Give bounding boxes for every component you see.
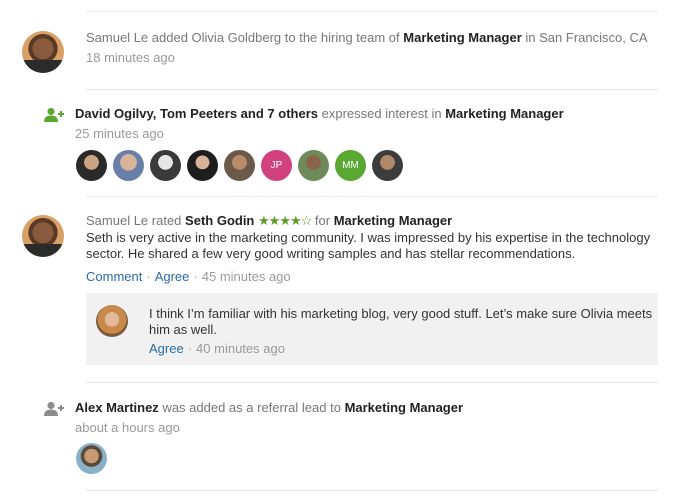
agree-link[interactable]: Agree <box>149 341 184 356</box>
agree-link[interactable]: Agree <box>155 269 190 284</box>
avatar[interactable] <box>113 150 144 181</box>
comment-text-line: sector. He shared a few very good writin… <box>86 246 576 261</box>
avatar-initials[interactable]: MM <box>335 150 366 181</box>
feed-item-headline: David Ogilvy, Tom Peeters and 7 others e… <box>75 105 564 122</box>
avatar[interactable] <box>224 150 255 181</box>
avatar-samuel-le[interactable] <box>22 31 64 73</box>
separator-dot: · <box>146 269 151 284</box>
timestamp: 40 minutes ago <box>196 341 285 356</box>
avatar-samuel-le[interactable] <box>22 215 64 257</box>
actor-name[interactable]: Samuel Le <box>86 30 148 45</box>
avatar[interactable] <box>298 150 329 181</box>
avatar[interactable] <box>76 150 107 181</box>
feed-item-headline: Alex Martinez was added as a referral le… <box>75 399 463 416</box>
job-link[interactable]: Marketing Manager <box>345 400 463 415</box>
reply-text-line: I think I’m familiar with his marketing … <box>149 306 653 321</box>
timestamp: 45 minutes ago <box>201 269 291 284</box>
avatar[interactable] <box>372 150 403 181</box>
avatar-initials[interactable]: JP <box>261 150 292 181</box>
avatar-commenter[interactable] <box>96 305 128 337</box>
location-prefix: in <box>525 30 536 45</box>
comment-text-line: Seth is very active in the marketing com… <box>86 230 651 245</box>
feed-item-actions: Comment · Agree · 45 minutes ago <box>86 268 291 285</box>
avatar[interactable] <box>187 150 218 181</box>
action-text: was added as a referral lead to <box>162 400 341 415</box>
separator-dot: · <box>187 341 193 356</box>
timestamp: 18 minutes ago <box>86 50 175 65</box>
reply-actions: Agree · 40 minutes ago <box>149 340 285 357</box>
job-link[interactable]: Marketing Manager <box>403 30 521 45</box>
divider <box>86 89 658 90</box>
person-add-icon <box>44 107 64 122</box>
for-text: for <box>314 213 331 228</box>
job-link[interactable]: Marketing Manager <box>334 213 452 228</box>
action-text: expressed interest in <box>321 106 442 121</box>
reply-text-line: him as well. <box>149 322 217 337</box>
job-link[interactable]: Marketing Manager <box>445 106 563 121</box>
actor-name[interactable]: Alex Martinez <box>75 400 159 415</box>
candidate-link[interactable]: Seth Godin <box>185 213 254 228</box>
star-rating: ★★★★☆ <box>258 213 312 228</box>
person-add-icon <box>44 401 64 416</box>
timestamp: about a hours ago <box>75 420 180 435</box>
action-text: added Olivia Goldberg to the hiring team… <box>151 30 400 45</box>
feed-item-headline: Samuel Le added Olivia Goldberg to the h… <box>86 29 648 46</box>
action-text: rated <box>151 213 182 228</box>
avatar[interactable] <box>150 150 181 181</box>
divider <box>86 11 658 12</box>
actor-names[interactable]: David Ogilvy, Tom Peeters and 7 others <box>75 106 318 121</box>
divider <box>86 490 658 491</box>
comment-link[interactable]: Comment <box>86 269 142 284</box>
avatar-alex-martinez[interactable] <box>76 443 107 474</box>
divider <box>86 382 658 383</box>
separator-dot: · <box>193 269 198 284</box>
timestamp: 25 minutes ago <box>75 126 164 141</box>
divider <box>86 196 658 197</box>
location-text: San Francisco, CA <box>539 30 648 45</box>
feed-item-headline: Samuel Le rated Seth Godin ★★★★☆ for Mar… <box>86 212 452 229</box>
actor-name[interactable]: Samuel Le <box>86 213 148 228</box>
